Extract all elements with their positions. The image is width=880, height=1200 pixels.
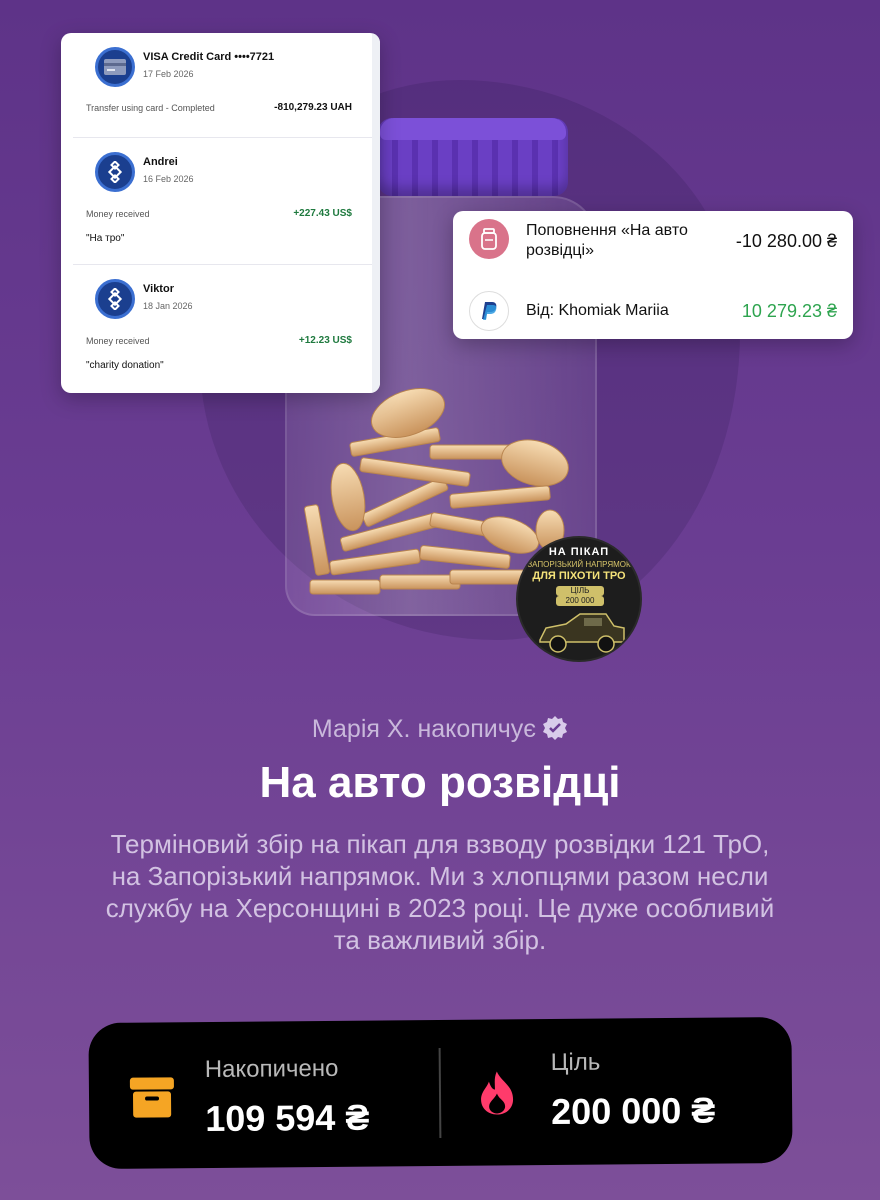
paypal-amount: 10 279.23 ₴ (741, 301, 837, 321)
transaction-description: Money received (86, 209, 150, 219)
transaction-name: Viktor (143, 283, 174, 295)
jar-topup-row[interactable]: Поповнення «На авто розвідці» -10 280.00… (453, 211, 853, 275)
goal-label: Ціль (550, 1048, 601, 1077)
transaction-amount: +227.43 US$ (293, 208, 352, 219)
archive-box-icon (129, 1077, 174, 1118)
transactions-card: VISA Credit Card ••••7721 17 Feb 2026 Tr… (61, 33, 380, 393)
transaction-item[interactable]: Andrei 16 Feb 2026 Money received +227.4… (73, 138, 372, 265)
transaction-item[interactable]: Viktor 18 Jan 2026 Money received +12.23… (73, 265, 372, 393)
badge-line: ЗАПОРІЗЬКИЙ НАПРЯМОК (527, 560, 631, 569)
transaction-note: "charity donation" (86, 360, 164, 371)
binance-icon (95, 279, 135, 319)
accumulated-label: Накопичено (204, 1054, 339, 1084)
transaction-amount: -810,279.23 UAH (274, 102, 352, 113)
topup-label: Поповнення «На авто розвідці» (526, 222, 688, 259)
jar-lid-top (380, 118, 566, 140)
goal-value: 200 000 ₴ (550, 1089, 716, 1133)
owner-line: Марія Х. накопичує (311, 715, 537, 743)
transaction-date: 17 Feb 2026 (143, 69, 194, 79)
transaction-name: VISA Credit Card ••••7721 (143, 51, 275, 63)
badge-line: 200 000 (556, 596, 604, 606)
jar-description: Терміновий збір на пікап для взводу розв… (105, 829, 775, 955)
badge-line: ЦІЛЬ (556, 586, 604, 596)
jar-icon (469, 219, 509, 259)
transaction-description: Transfer using card - Completed (86, 103, 215, 113)
binance-icon (95, 152, 135, 192)
card-icon (95, 47, 135, 87)
paypal-row[interactable]: Від: Khomiak Mariia 10 279.23 ₴ (453, 275, 853, 339)
topup-amount: -10 280.00 ₴ (735, 231, 837, 251)
verified-icon (543, 716, 568, 740)
paypal-sender: Від: Khomiak Mariia (526, 302, 669, 319)
badge-line: ДЛЯ ПІХОТИ ТРО (532, 570, 626, 582)
jar-owner: Марія Х. накопичує (0, 715, 880, 744)
badge-line: НА ПІКАП (548, 546, 610, 558)
flame-icon (481, 1071, 514, 1115)
transaction-description: Money received (86, 336, 150, 346)
transaction-date: 16 Feb 2026 (143, 174, 194, 184)
paypal-icon (469, 291, 509, 331)
jar-title: На авто розвідці (259, 758, 621, 807)
scroll-track (372, 33, 380, 393)
stats-divider (438, 1047, 442, 1139)
transaction-date: 18 Jan 2026 (143, 301, 193, 311)
transaction-item[interactable]: VISA Credit Card ••••7721 17 Feb 2026 Tr… (73, 33, 372, 138)
transaction-note: "На тро" (86, 233, 125, 244)
jar-transactions-card: Поповнення «На авто розвідці» -10 280.00… (453, 211, 853, 339)
pickup-truck-icon (539, 613, 625, 653)
transaction-name: Andrei (143, 156, 178, 168)
transaction-amount: +12.23 US$ (298, 335, 352, 346)
stats-bar: Накопичено 109 594 ₴ Ціль 200 000 ₴ (88, 1016, 793, 1170)
jar-avatar-image[interactable]: НА ПІКАП ЗАПОРІЗЬКИЙ НАПРЯМОК ДЛЯ ПІХОТИ… (516, 536, 642, 662)
accumulated-value: 109 594 ₴ (205, 1096, 370, 1140)
